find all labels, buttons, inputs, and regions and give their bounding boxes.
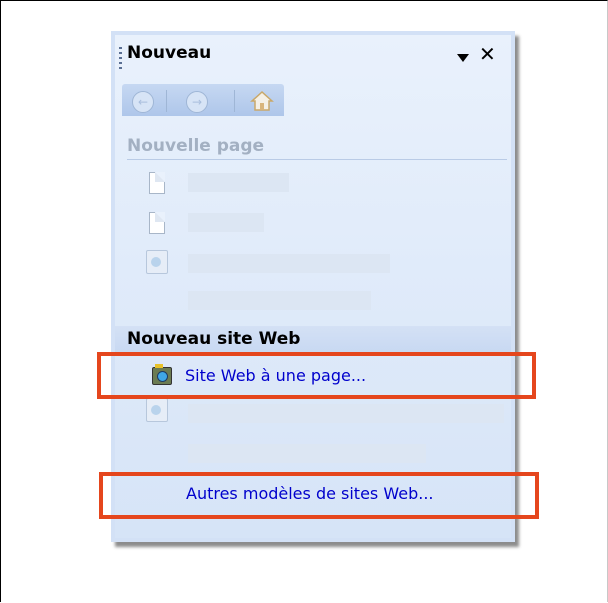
drag-grip-handle[interactable] — [119, 47, 122, 69]
forward-arrow-icon[interactable]: → — [186, 91, 208, 113]
placeholder-item — [188, 444, 426, 463]
task-pane-body: Nouveau ✕ ← → Nouvelle page Nouveau site… — [115, 35, 511, 538]
toolbar-separator — [234, 90, 235, 112]
close-icon[interactable]: ✕ — [479, 44, 496, 64]
task-pane-toolbar: ← → — [122, 84, 284, 116]
task-pane-title: Nouveau — [127, 43, 212, 63]
placeholder-item — [188, 404, 504, 423]
site-template-icon — [146, 398, 168, 422]
blank-page-icon — [149, 212, 165, 234]
section-title-new-page: Nouvelle page — [127, 136, 265, 156]
placeholder-item — [188, 173, 289, 192]
one-page-site-link[interactable]: Site Web à une page... — [115, 361, 511, 391]
section-title-new-site: Nouveau site Web — [127, 329, 301, 349]
placeholder-item — [188, 213, 264, 232]
blank-page-icon — [149, 172, 165, 194]
task-pane: Nouveau ✕ ← → Nouvelle page Nouveau site… — [111, 31, 515, 542]
placeholder-item — [188, 254, 390, 273]
web-site-icon — [152, 364, 172, 385]
toolbar-separator — [166, 90, 167, 112]
more-templates-link-label[interactable]: Autres modèles de sites Web... — [186, 484, 433, 503]
template-page-icon — [146, 250, 168, 274]
section-divider — [127, 159, 507, 160]
more-templates-link[interactable]: Autres modèles de sites Web... — [115, 479, 511, 509]
one-page-site-link-label[interactable]: Site Web à une page... — [185, 366, 366, 385]
placeholder-item — [188, 291, 371, 310]
dropdown-arrow-icon[interactable] — [457, 54, 469, 62]
back-arrow-icon[interactable]: ← — [132, 91, 154, 113]
home-icon[interactable] — [250, 90, 274, 112]
task-pane-titlebar: Nouveau ✕ — [115, 35, 511, 79]
